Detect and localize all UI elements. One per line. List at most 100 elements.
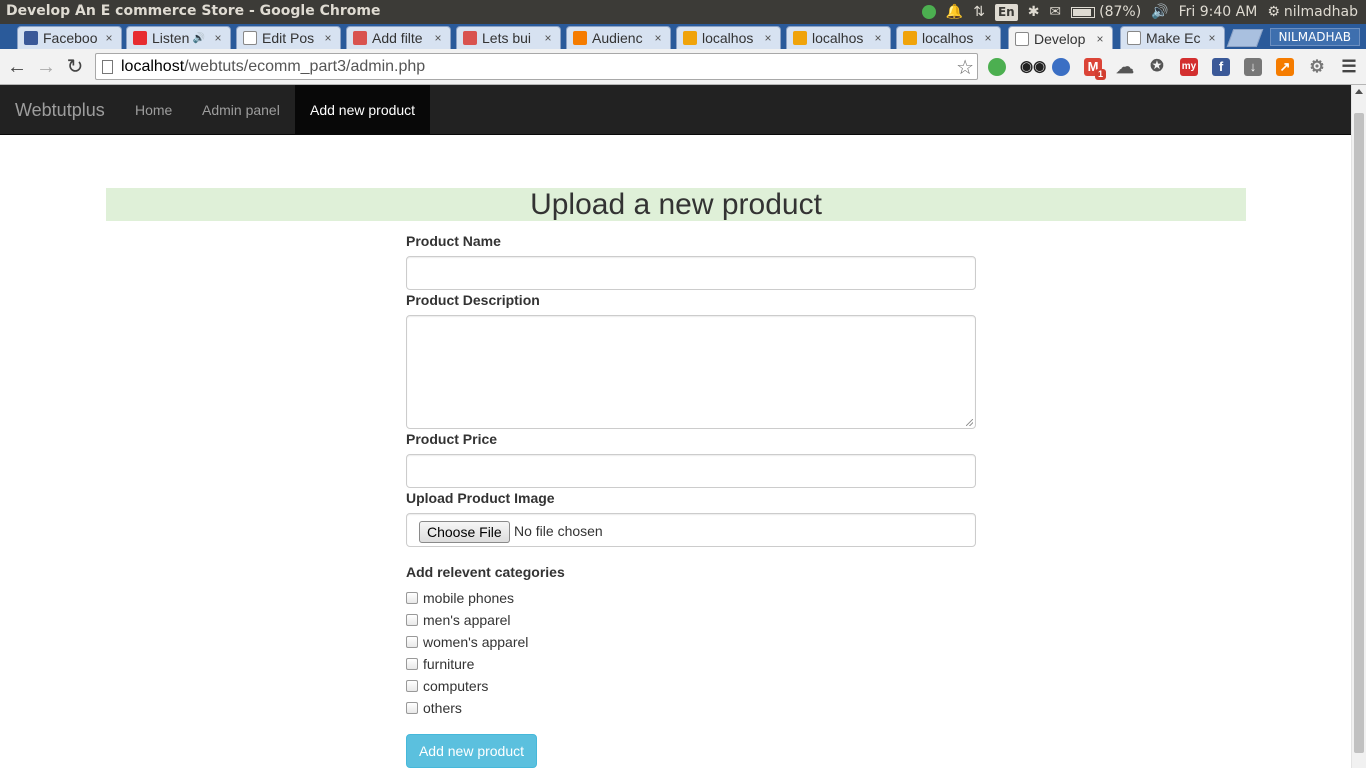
globe-extension-icon[interactable] [1052, 58, 1070, 76]
category-womens-apparel[interactable]: women's apparel [406, 633, 528, 651]
hangouts-extension-icon[interactable] [988, 58, 1006, 76]
nav-home[interactable]: Home [120, 85, 187, 135]
session-gear-icon[interactable]: ⚙ [1267, 0, 1280, 24]
tab-close-icon[interactable]: × [431, 31, 445, 45]
browser-tab[interactable]: localhos × [676, 26, 781, 49]
eyes-extension-icon[interactable]: ◉◉ [1020, 58, 1046, 76]
new-tab-button[interactable] [1226, 29, 1264, 47]
product-price-label: Product Price [406, 431, 498, 447]
browser-tab[interactable]: localhos × [786, 26, 891, 49]
scrollbar-thumb[interactable] [1354, 113, 1364, 753]
scroll-up-arrow-icon[interactable] [1355, 89, 1363, 94]
back-arrow-icon[interactable]: ← [6, 56, 28, 78]
add-new-product-button[interactable]: Add new product [406, 734, 537, 768]
tab-close-icon[interactable]: × [211, 31, 225, 45]
facebook-extension-icon[interactable]: f [1212, 58, 1230, 76]
bluetooth-icon[interactable]: ✱ [1028, 0, 1040, 24]
choose-file-button[interactable]: Choose File [419, 521, 510, 543]
facebook-icon [24, 31, 38, 45]
keyboard-layout-indicator[interactable]: En [994, 0, 1018, 24]
product-image-file-field: Choose File No file chosen [406, 513, 976, 547]
tab-close-icon[interactable]: × [981, 31, 995, 45]
category-label: others [423, 700, 462, 716]
page-info-icon[interactable] [102, 60, 113, 74]
forward-arrow-icon[interactable]: → [35, 56, 57, 78]
hangouts-status-icon[interactable] [921, 0, 936, 24]
category-others[interactable]: others [406, 699, 462, 717]
product-description-textarea[interactable] [406, 315, 976, 429]
tab-label: Faceboo [43, 30, 98, 46]
tab-close-icon[interactable]: × [541, 31, 555, 45]
profile-button[interactable]: NILMADHAB [1269, 28, 1360, 46]
site-brand[interactable]: Webtutplus [15, 100, 105, 121]
product-name-input[interactable] [406, 256, 976, 290]
tab-audio-icon[interactable]: 🔊 [192, 33, 206, 44]
page-icon [243, 31, 257, 45]
network-arrows-icon[interactable]: ⇅ [973, 0, 985, 24]
browser-tab[interactable]: Make Ec × [1120, 26, 1225, 49]
settings-extension-icon[interactable]: ⚙ [1308, 58, 1326, 76]
browser-tab[interactable]: Lets bui × [456, 26, 561, 49]
page-icon [1015, 31, 1029, 46]
tab-close-icon[interactable]: × [761, 31, 775, 45]
tab-close-icon[interactable]: × [1205, 31, 1219, 45]
phpmyadmin-icon [683, 31, 697, 45]
browser-tab[interactable]: Faceboo × [17, 26, 122, 49]
gmail-unread-badge: 1 [1095, 69, 1106, 80]
analytics-extension-icon[interactable]: ↗ [1276, 58, 1294, 76]
mail-indicator-icon[interactable]: ✉ [1049, 0, 1061, 24]
category-label: computers [423, 678, 489, 694]
category-checkbox[interactable] [406, 614, 418, 626]
address-bar[interactable]: localhost/webtuts/ecomm_part3/admin.php … [95, 53, 978, 80]
tab-close-icon[interactable]: × [651, 31, 665, 45]
browser-tab[interactable]: Add filte × [346, 26, 451, 49]
clock[interactable]: Fri 9:40 AM [1179, 0, 1258, 24]
tab-close-icon[interactable]: × [321, 31, 335, 45]
phpmyadmin-icon [793, 31, 807, 45]
page-title: Upload a new product [530, 188, 822, 221]
bug-extension-icon[interactable]: ✪ [1148, 58, 1166, 76]
category-checkbox[interactable] [406, 702, 418, 714]
cloud-extension-icon[interactable]: ☁ [1116, 58, 1134, 76]
download-extension-icon[interactable]: ↓ [1244, 58, 1262, 76]
bookmark-star-icon[interactable]: ☆ [956, 55, 974, 80]
category-checkbox[interactable] [406, 658, 418, 670]
resize-grip-icon[interactable] [966, 419, 973, 426]
browser-tab[interactable]: Edit Pos × [236, 26, 341, 49]
session-user-name[interactable]: nilmadhab [1284, 0, 1358, 24]
page-icon [1127, 31, 1141, 45]
category-computers[interactable]: computers [406, 677, 488, 695]
url-text[interactable]: localhost/webtuts/ecomm_part3/admin.php [121, 58, 425, 76]
category-checkbox[interactable] [406, 592, 418, 604]
category-checkbox[interactable] [406, 636, 418, 648]
battery-indicator[interactable]: (87%) [1071, 0, 1141, 24]
product-price-input[interactable] [406, 454, 976, 488]
tab-label: localhos [812, 30, 864, 46]
browser-tab[interactable]: Listen 🔊 × [126, 26, 231, 49]
category-label: women's apparel [423, 634, 529, 650]
webtutplus-icon [463, 31, 477, 45]
category-mobile-phones[interactable]: mobile phones [406, 589, 514, 607]
chrome-menu-icon[interactable]: ☰ [1340, 58, 1358, 76]
tab-label: localhos [702, 30, 754, 46]
battery-icon [1071, 6, 1096, 18]
my-extension-icon[interactable]: my [1180, 58, 1198, 76]
category-mens-apparel[interactable]: men's apparel [406, 611, 511, 629]
browser-tab[interactable]: Develop × [1008, 26, 1113, 50]
notification-bell-icon[interactable]: 🔔 [946, 0, 963, 24]
category-furniture[interactable]: furniture [406, 655, 474, 673]
nav-add-new-product[interactable]: Add new product [295, 85, 431, 135]
page-scrollbar[interactable] [1351, 85, 1366, 768]
tab-close-icon[interactable]: × [102, 31, 116, 45]
page-heading-bar: Upload a new product [106, 188, 1246, 221]
tab-close-icon[interactable]: × [871, 31, 885, 45]
browser-tab[interactable]: localhos × [896, 26, 1001, 49]
browser-tab[interactable]: Audienc × [566, 26, 671, 49]
nav-admin-panel[interactable]: Admin panel [187, 85, 295, 135]
tab-close-icon[interactable]: × [1093, 32, 1107, 46]
volume-icon[interactable]: 🔊 [1151, 0, 1168, 24]
tab-label: Edit Pos [262, 30, 315, 46]
reload-icon[interactable]: ↻ [64, 56, 86, 78]
category-checkbox[interactable] [406, 680, 418, 692]
tab-label: Make Ec [1146, 30, 1201, 46]
